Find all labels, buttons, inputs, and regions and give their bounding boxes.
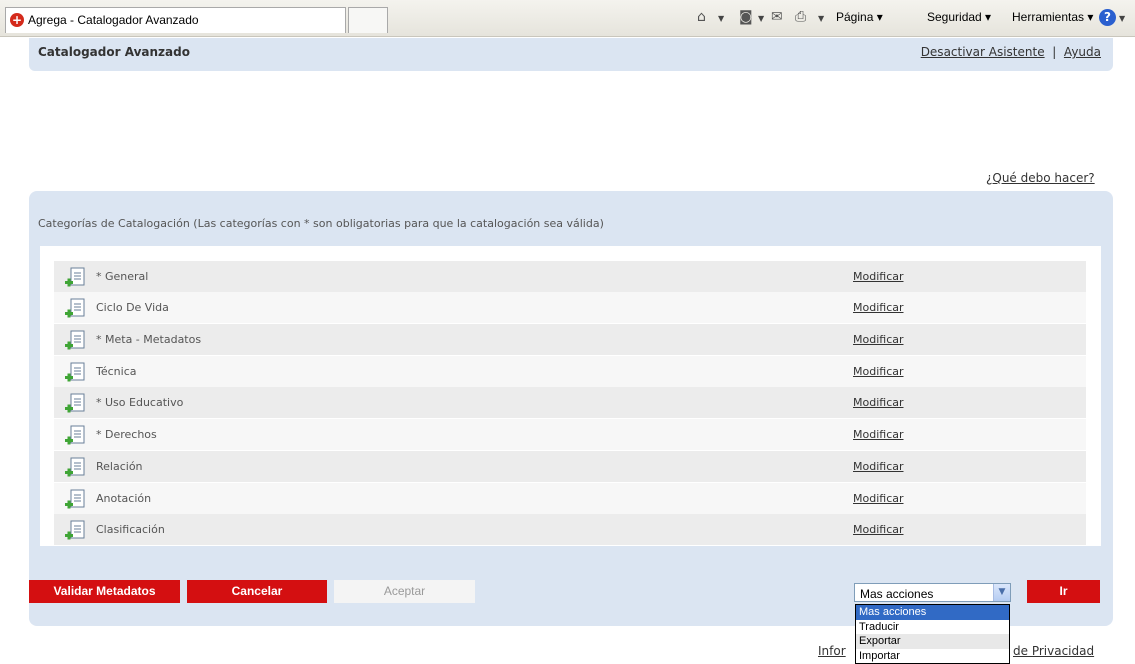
add-document-icon: [65, 330, 85, 350]
page-menu-label: Página: [836, 10, 874, 24]
category-row: * Meta - Metadatos Modificar: [54, 324, 1086, 355]
category-label: * Derechos: [96, 428, 157, 441]
category-label: Ciclo De Vida: [96, 301, 169, 314]
add-document-icon: [65, 489, 85, 509]
help-link-header[interactable]: Ayuda: [1064, 45, 1101, 59]
more-actions-select[interactable]: Mas acciones ▼: [854, 583, 1011, 602]
header-separator: |: [1052, 45, 1057, 59]
deactivate-assistant-link[interactable]: Desactivar Asistente: [921, 45, 1045, 59]
new-tab-button[interactable]: [348, 7, 388, 33]
go-button[interactable]: Ir: [1027, 580, 1100, 603]
modify-link[interactable]: Modificar: [853, 523, 904, 536]
category-label: * General: [96, 270, 149, 283]
print-dropdown-icon[interactable]: ▼: [818, 14, 824, 23]
category-label: Anotación: [96, 492, 152, 505]
category-label: Clasificación: [96, 523, 165, 536]
cancel-button[interactable]: Cancelar: [187, 580, 327, 603]
option-import[interactable]: Importar: [856, 649, 1009, 664]
category-row: Ciclo De Vida Modificar: [54, 292, 1086, 323]
chevron-down-icon[interactable]: ▼: [993, 584, 1010, 601]
category-row: * Uso Educativo Modificar: [54, 387, 1086, 418]
home-icon[interactable]: ⌂: [697, 9, 706, 25]
category-row: Clasificación Modificar: [54, 514, 1086, 545]
category-label: Técnica: [96, 365, 137, 378]
footer-privacy-link[interactable]: de Privacidad: [1013, 644, 1094, 658]
option-translate[interactable]: Traducir: [856, 620, 1009, 635]
tools-menu[interactable]: Herramientas ▾: [1012, 10, 1093, 24]
category-label: Relación: [96, 460, 143, 473]
more-actions-dropdown: Mas acciones Traducir Exportar Importar: [855, 604, 1010, 664]
add-document-icon: [65, 520, 85, 540]
security-menu[interactable]: Seguridad ▾: [927, 10, 991, 24]
category-row: Relación Modificar: [54, 451, 1086, 482]
home-dropdown-icon[interactable]: ▼: [718, 14, 724, 23]
option-more-actions[interactable]: Mas acciones: [856, 605, 1009, 620]
validate-metadata-button[interactable]: Validar Metadatos: [29, 580, 180, 603]
what-to-do-link[interactable]: ¿Qué debo hacer?: [986, 171, 1095, 185]
add-document-icon: [65, 425, 85, 445]
help-dropdown-icon[interactable]: ▼: [1119, 14, 1125, 23]
help-icon[interactable]: ?: [1099, 9, 1116, 26]
option-export[interactable]: Exportar: [856, 634, 1009, 649]
cataloging-panel: Categorías de Catalogación (Las categorí…: [29, 191, 1113, 626]
category-row: * General Modificar: [54, 261, 1086, 292]
category-row: * Derechos Modificar: [54, 419, 1086, 450]
print-icon[interactable]: ⎙: [795, 9, 806, 25]
add-document-icon: [65, 393, 85, 413]
modify-link[interactable]: Modificar: [853, 460, 904, 473]
page-menu[interactable]: Página ▾: [836, 10, 883, 24]
more-actions-value: Mas acciones: [860, 587, 934, 601]
modify-link[interactable]: Modificar: [853, 365, 904, 378]
add-document-icon: [65, 267, 85, 287]
modify-link[interactable]: Modificar: [853, 333, 904, 346]
add-document-icon: [65, 298, 85, 318]
header-links: Desactivar Asistente | Ayuda: [921, 45, 1101, 59]
modify-link[interactable]: Modificar: [853, 301, 904, 314]
mail-icon[interactable]: ✉: [771, 9, 783, 25]
modify-link[interactable]: Modificar: [853, 492, 904, 505]
category-label: * Uso Educativo: [96, 396, 184, 409]
tab-title: Agrega - Catalogador Avanzado: [28, 13, 199, 27]
category-row: Técnica Modificar: [54, 356, 1086, 387]
modify-link[interactable]: Modificar: [853, 270, 904, 283]
browser-tab[interactable]: + Agrega - Catalogador Avanzado: [5, 7, 346, 33]
browser-toolbar: + Agrega - Catalogador Avanzado ⌂ ▼ ◙ ▼ …: [0, 0, 1135, 37]
app-header: Catalogador Avanzado Desactivar Asistent…: [29, 38, 1113, 71]
footer-info-link[interactable]: Infor: [818, 644, 846, 658]
add-document-icon: [65, 457, 85, 477]
security-menu-label: Seguridad: [927, 10, 982, 24]
site-favicon-icon: +: [10, 13, 24, 27]
modify-link[interactable]: Modificar: [853, 428, 904, 441]
feeds-dropdown-icon[interactable]: ▼: [758, 14, 764, 23]
page-title: Catalogador Avanzado: [38, 45, 190, 59]
panel-description: Categorías de Catalogación (Las categorí…: [38, 217, 604, 230]
tools-menu-label: Herramientas: [1012, 10, 1085, 24]
category-label: * Meta - Metadatos: [96, 333, 202, 346]
accept-button: Aceptar: [334, 580, 475, 603]
add-document-icon: [65, 362, 85, 382]
categories-list: * General Modificar Ciclo De Vida Modificar…: [40, 246, 1101, 546]
feeds-icon[interactable]: ◙: [739, 9, 753, 25]
modify-link[interactable]: Modificar: [853, 396, 904, 409]
category-row: Anotación Modificar: [54, 483, 1086, 514]
